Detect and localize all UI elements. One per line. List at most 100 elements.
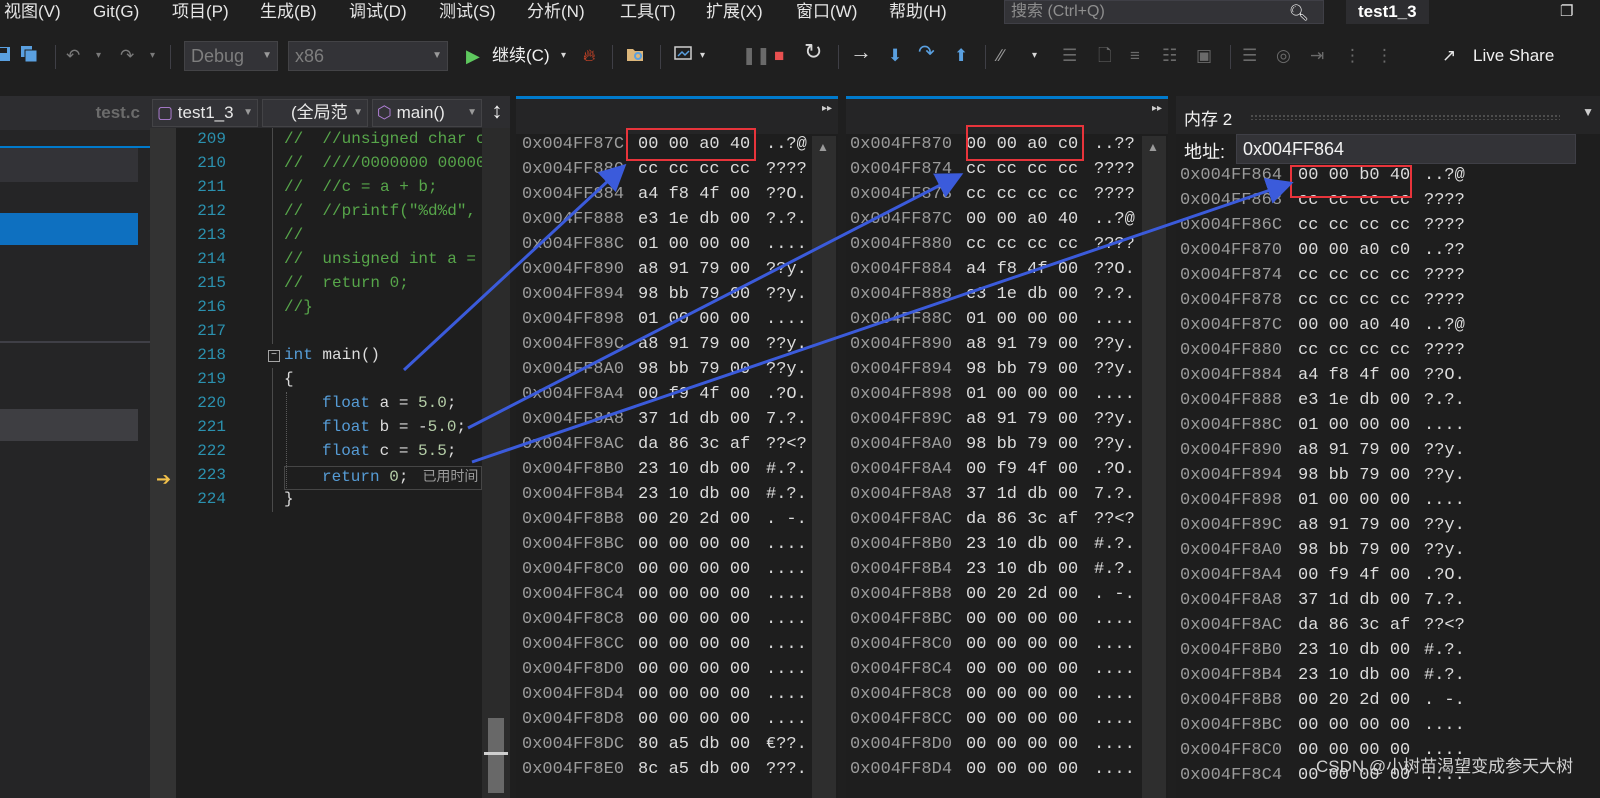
memory-row[interactable]: 0x004FF8B0 23 10 db 00 #.?. — [516, 460, 838, 485]
menu-analyze[interactable]: 分析(N) — [527, 0, 585, 24]
insights-dropdown-icon[interactable]: ▾ — [700, 43, 705, 69]
comment-icon[interactable]: ☰ — [1242, 43, 1257, 69]
memory-row[interactable]: 0x004FF8C0 00 00 00 00.... — [846, 635, 1168, 660]
memory-row[interactable]: 0x004FF8A0 98 bb 79 00 ??y. — [846, 435, 1168, 460]
memory-row[interactable]: 0x004FF8E0 8c a5 db 00???. — [516, 760, 838, 785]
step-into-icon[interactable]: ⬇︎ — [888, 43, 902, 69]
code-line[interactable]: 209 // //unsigned char c — [176, 130, 482, 154]
collapse-toggle-icon[interactable]: − — [268, 350, 280, 362]
continue-button[interactable]: 继续(C) — [492, 43, 550, 69]
memory-row[interactable]: 0x004FF8A8 37 1d db 00 7.?. — [846, 485, 1168, 510]
restart-icon[interactable]: ↻ — [804, 39, 822, 65]
memory-row[interactable]: 0x004FF870 00 00 a0 c0..?? — [1176, 241, 1600, 266]
menu-test[interactable]: 测试(S) — [439, 0, 496, 24]
memory-row[interactable]: 0x004FF890 a8 91 79 00 ??y. — [1176, 441, 1600, 466]
memory-row[interactable]: 0x004FF8D8 00 00 00 00.... — [516, 710, 838, 735]
memory-row[interactable]: 0x004FF874 cc cc cc cc???? — [846, 160, 1168, 185]
stop-icon[interactable]: ■ — [774, 43, 784, 69]
find-in-files-icon[interactable] — [626, 45, 644, 63]
hex-display-icon[interactable]: ∕∕ — [998, 43, 1004, 69]
memory-row[interactable]: 0x004FF878 cc cc cc cc???? — [1176, 291, 1600, 316]
memory-row[interactable]: 0x004FF878 cc cc cc cc???? — [846, 185, 1168, 210]
memory-row[interactable]: 0x004FF8AC da 86 3c af ??<? — [1176, 616, 1600, 641]
memory-row[interactable]: 0x004FF898 01 00 00 00.... — [846, 385, 1168, 410]
memory-row[interactable]: 0x004FF89C a8 91 79 00 ??y. — [846, 410, 1168, 435]
memory-row[interactable]: 0x004FF874 cc cc cc cc???? — [1176, 266, 1600, 291]
memory-scrollbar[interactable]: ▲ — [1142, 136, 1166, 798]
memory-row[interactable]: 0x004FF8B4 23 10 db 00 #.?. — [1176, 666, 1600, 691]
window-menu-chevron-icon[interactable]: ▼ — [1582, 105, 1594, 119]
scope-dropdown[interactable]: (全局范 ▼ — [262, 99, 368, 127]
list-item-selected[interactable] — [0, 213, 138, 245]
live-share-button[interactable]: Live Share — [1473, 43, 1554, 69]
scroll-up-icon[interactable]: ▲ — [1147, 140, 1159, 154]
memory-row[interactable]: 0x004FF8A8 37 1d db 00 7.?. — [516, 410, 838, 435]
search-box[interactable]: 搜索 (Ctrl+Q) 🔍︎ — [1004, 0, 1324, 24]
split-editor-icon[interactable]: ↕ — [484, 96, 510, 128]
step-out-icon[interactable]: ⬆︎ — [954, 43, 968, 69]
memory-row[interactable]: 0x004FF894 98 bb 79 00 ??y. — [846, 360, 1168, 385]
code-line[interactable]: 222 float c = 5.5; — [176, 442, 482, 466]
code-line[interactable]: 223 return 0; 已用时间 — [176, 466, 482, 490]
memory-row[interactable]: 0x004FF8DC 80 a5 db 00 €??. — [516, 735, 838, 760]
code-line[interactable]: 224} — [176, 490, 482, 514]
save-icon[interactable] — [0, 45, 12, 63]
drag-handle[interactable] — [1250, 114, 1560, 120]
memory-row[interactable]: 0x004FF8CC 00 00 00 00.... — [846, 710, 1168, 735]
menu-help[interactable]: 帮助(H) — [889, 0, 947, 24]
editor-scrollbar[interactable] — [482, 128, 510, 798]
overflow-chevron-icon[interactable]: ▸▸ — [1152, 103, 1162, 114]
memory-row[interactable]: 0x004FF8D4 00 00 00 00.... — [846, 760, 1168, 785]
memory-row[interactable]: 0x004FF88C 01 00 00 00.... — [846, 310, 1168, 335]
memory-row[interactable]: 0x004FF8C0 00 00 00 00.... — [516, 560, 838, 585]
memory-row[interactable]: 0x004FF888 e3 1e db 00?.?. — [516, 210, 838, 235]
save-all-icon[interactable] — [20, 45, 38, 63]
code-line[interactable]: 221 float b = -5.0; — [176, 418, 482, 442]
memory-row[interactable]: 0x004FF894 98 bb 79 00 ??y. — [1176, 466, 1600, 491]
indent-icon[interactable]: ⇥ — [1310, 43, 1324, 69]
code-line[interactable]: 217 — [176, 322, 482, 346]
redo-dropdown-icon[interactable]: ▾ — [150, 43, 155, 69]
memory-row[interactable]: 0x004FF880 cc cc cc cc???? — [1176, 341, 1600, 366]
scroll-up-icon[interactable]: ▲ — [817, 140, 829, 154]
memory-row[interactable]: 0x004FF8A4 00 f9 4f 00 .?O. — [516, 385, 838, 410]
memory-scrollbar[interactable]: ▲ — [812, 136, 836, 798]
list-icon[interactable]: ☰ — [1062, 43, 1077, 69]
memory-row[interactable]: 0x004FF884 a4 f8 4f 00 ??O. — [1176, 366, 1600, 391]
memory-row[interactable]: 0x004FF880 cc cc cc cc???? — [516, 160, 838, 185]
memory-row[interactable]: 0x004FF8D4 00 00 00 00.... — [516, 685, 838, 710]
memory-row[interactable]: 0x004FF888 e3 1e db 00?.?. — [1176, 391, 1600, 416]
memory-row[interactable]: 0x004FF88C 01 00 00 00.... — [1176, 416, 1600, 441]
menu-build[interactable]: 生成(B) — [260, 0, 317, 24]
step-over-icon[interactable]: ↷ — [918, 40, 935, 66]
continue-play-icon[interactable]: ▶ — [466, 43, 480, 69]
function-dropdown[interactable]: ⬡ main() ▼ — [372, 99, 482, 127]
undo-icon[interactable]: ↶ — [66, 43, 80, 69]
code-line[interactable]: 210 // ////0000000 00000 — [176, 154, 482, 178]
memory-row[interactable]: 0x004FF87C 00 00 a0 40 ..?@ — [846, 210, 1168, 235]
menu-git[interactable]: Git(G) — [93, 0, 139, 24]
restore-window-icon[interactable]: ❐ — [1560, 0, 1573, 24]
menu-project[interactable]: 项目(P) — [172, 0, 229, 24]
scrollbar-thumb[interactable] — [488, 718, 504, 793]
break-all-icon[interactable]: ❚❚ — [742, 43, 771, 69]
hex-dropdown-icon[interactable]: ▾ — [1032, 43, 1037, 69]
memory-row[interactable]: 0x004FF8B4 23 10 db 00 #.?. — [516, 485, 838, 510]
application-insights-icon[interactable] — [674, 45, 692, 63]
threads-icon[interactable]: ≡ — [1130, 43, 1140, 69]
memory-row[interactable]: 0x004FF8D0 00 00 00 00.... — [516, 660, 838, 685]
code-line[interactable]: 218 int main() − — [176, 346, 482, 370]
memory-row[interactable]: 0x004FF8A0 98 bb 79 00 ??y. — [516, 360, 838, 385]
hierarchy-icon[interactable]: ☷ — [1162, 43, 1177, 69]
memory-row[interactable]: 0x004FF8B0 23 10 db 00 #.?. — [846, 535, 1168, 560]
menu-extensions[interactable]: 扩展(X) — [706, 0, 763, 24]
code-line[interactable]: 219 { — [176, 370, 482, 394]
address-input[interactable]: 0x004FF864 — [1236, 134, 1576, 164]
memory-row[interactable]: 0x004FF8B8 00 20 2d 00 . -. — [846, 585, 1168, 610]
menu-debug[interactable]: 调试(D) — [349, 0, 407, 24]
memory-row[interactable]: 0x004FF890 a8 91 79 00 ??y. — [516, 260, 838, 285]
memory-row[interactable]: 0x004FF8A4 00 f9 4f 00 .?O. — [846, 460, 1168, 485]
memory-row[interactable]: 0x004FF884 a4 f8 4f 00 ??O. — [516, 185, 838, 210]
watch-icon[interactable]: ◎ — [1276, 43, 1291, 69]
memory-row[interactable]: 0x004FF8B0 23 10 db 00 #.?. — [1176, 641, 1600, 666]
